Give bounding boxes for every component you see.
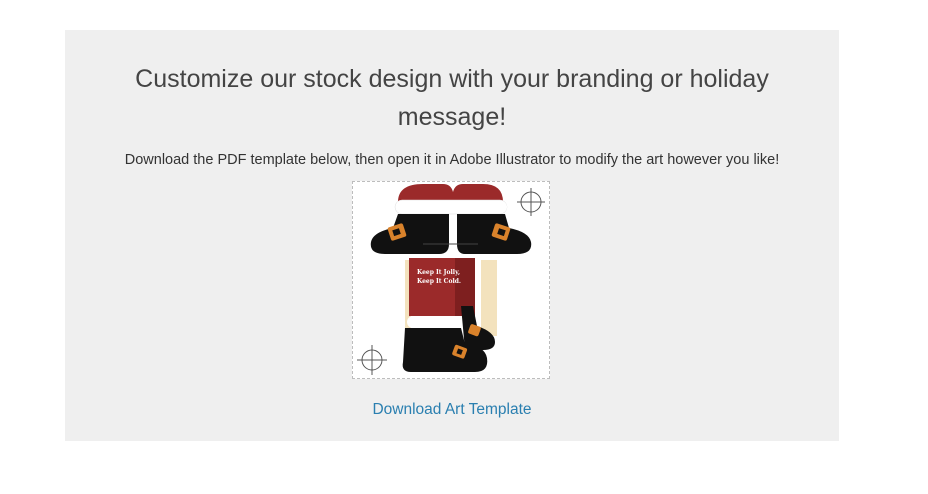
download-art-template-link[interactable]: Download Art Template — [65, 400, 839, 420]
section-description: Download the PDF template below, then op… — [124, 152, 780, 168]
section-heading: Customize our stock design with your bra… — [135, 65, 769, 131]
template-preview-image: Keep It Jolly, Keep It Cold. — [352, 181, 550, 379]
koozie-template-art: Keep It Jolly, Keep It Cold. — [357, 184, 545, 375]
content-panel: Customize our stock design with your bra… — [65, 30, 839, 441]
template-text-line1: Keep It Jolly, — [417, 269, 460, 276]
template-text-line2: Keep It Cold. — [417, 278, 461, 285]
